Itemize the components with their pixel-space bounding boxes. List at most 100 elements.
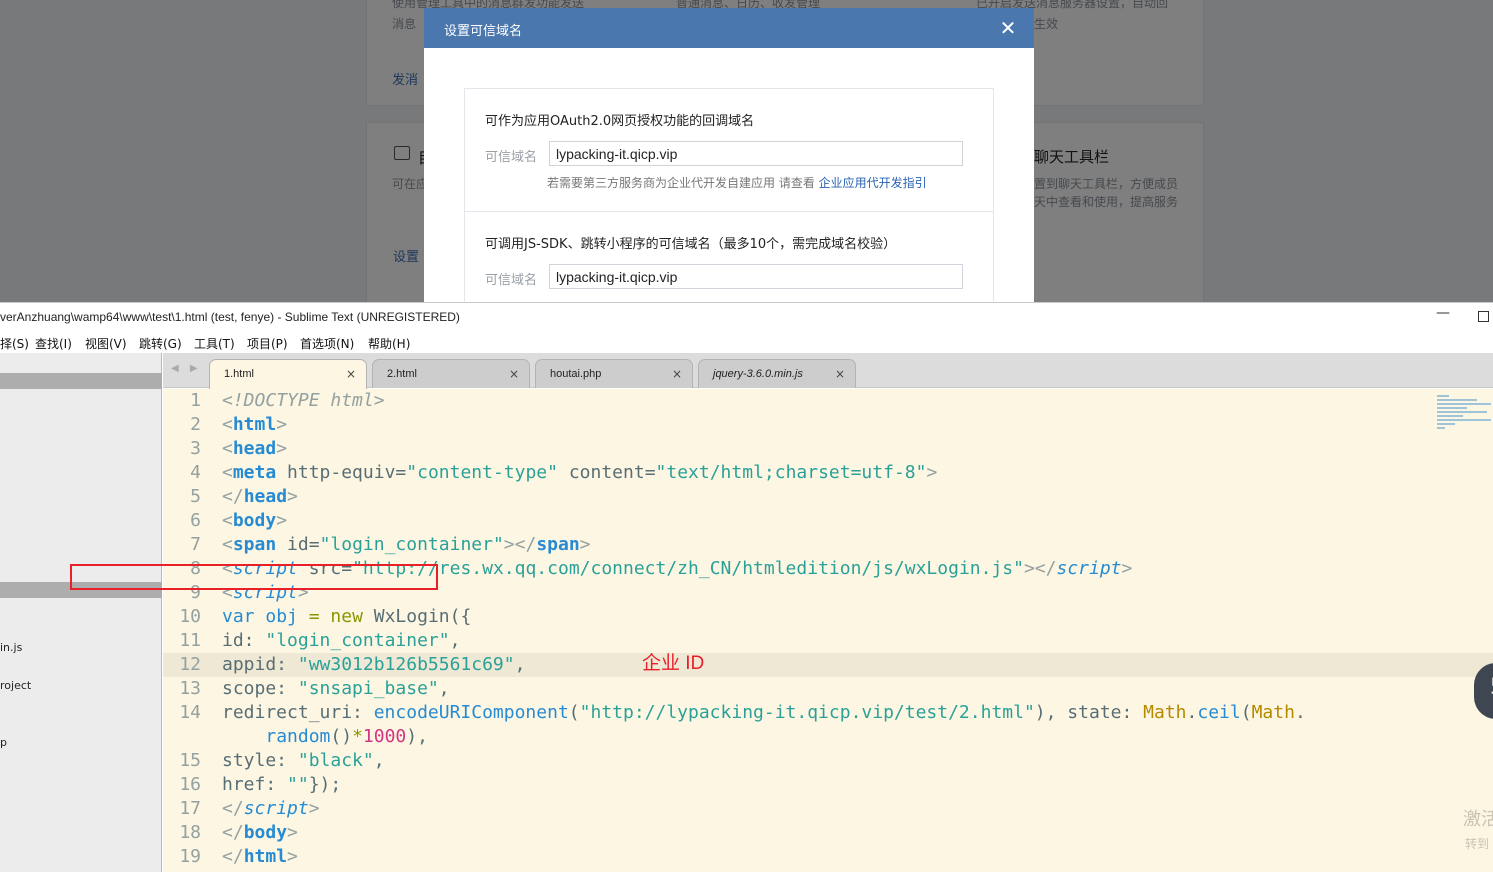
code-token: ></	[503, 534, 537, 555]
sidebar-item[interactable]: p	[0, 736, 7, 749]
code-line[interactable]: redirect_uri: encodeURIComponent("http:/…	[222, 702, 1306, 723]
menu-find[interactable]: 查找(I)	[35, 335, 72, 352]
line-number: 3	[190, 438, 201, 459]
code-token: head	[243, 486, 288, 507]
minimap[interactable]	[1437, 393, 1493, 433]
tab-houtai-php[interactable]: houtai.php ×	[535, 359, 693, 388]
sidebar-item[interactable]: roject	[0, 679, 31, 692]
code-line[interactable]: </html>	[222, 846, 298, 867]
tab-jquery[interactable]: jquery-3.6.0.min.js ×	[698, 359, 856, 388]
line-number: 17	[179, 798, 201, 819]
code-line[interactable]: <meta http-equiv="content-type" content=…	[222, 462, 937, 483]
code-token: "snsapi_base"	[297, 678, 439, 699]
code-line[interactable]: <span id="login_container"></span>	[222, 534, 591, 555]
oauth-section-title: 可作为应用OAuth2.0网页授权功能的回调域名	[485, 114, 755, 129]
line-number: 16	[179, 774, 201, 795]
menu-tools[interactable]: 工具(T)	[194, 335, 235, 352]
tab-2-html[interactable]: 2.html ×	[372, 359, 530, 388]
sidebar-section-header[interactable]	[0, 373, 162, 389]
code-editor[interactable]: 1 2 3 4 5 6 7 8 9 10 11 12 13 14 15 16 17 18 19 <!DOCTYPE …	[163, 389, 1493, 872]
dev-guide-link[interactable]: 企业应用代开发指引	[819, 176, 927, 190]
dialog-header: 设置可信域名 ✕	[424, 8, 1034, 48]
code-line[interactable]: var obj = new WxLogin({	[222, 606, 471, 627]
code-token: script	[1056, 558, 1122, 579]
tab-1-html[interactable]: 1.html ×	[209, 359, 367, 389]
close-icon[interactable]: ×	[346, 367, 356, 381]
code-line[interactable]: href: ""});	[222, 774, 341, 795]
sidebar-item[interactable]: in.js	[0, 641, 22, 654]
line-number: 11	[179, 630, 201, 651]
code-token: "login_container"	[265, 630, 450, 651]
close-icon[interactable]: ×	[835, 367, 845, 381]
tab-scroll-arrows[interactable]: ◀ ▶	[171, 363, 202, 374]
code-line[interactable]: </head>	[222, 486, 298, 507]
code-token: >	[287, 846, 298, 867]
code-line[interactable]: <body>	[222, 510, 287, 531]
code-token: (	[1240, 702, 1252, 723]
menu-goto[interactable]: 跳转(G)	[139, 335, 182, 352]
window-titlebar[interactable]: verAnzhuang\wamp64\www\test\1.html (test…	[0, 303, 1493, 331]
minimize-button[interactable]: —	[1432, 305, 1454, 327]
enterprise-id-annotation: 企业 ID	[642, 653, 705, 674]
code-token: </	[222, 798, 244, 819]
menu-view[interactable]: 视图(V)	[85, 335, 127, 352]
line-number: 18	[179, 822, 201, 843]
code-token: span	[232, 534, 277, 555]
line-number: 13	[179, 678, 201, 699]
code-line[interactable]: <head>	[222, 438, 287, 459]
code-token: appid:	[222, 654, 298, 675]
code-line[interactable]: </body>	[222, 822, 298, 843]
menu-help[interactable]: 帮助(H)	[368, 335, 410, 352]
code-token: id	[276, 534, 309, 555]
jssdk-section-title: 可调用JS-SDK、跳转小程序的可信域名（最多10个，需完成域名校验）	[485, 237, 897, 252]
menu-project[interactable]: 项目(P)	[247, 335, 288, 352]
code-line[interactable]: <html>	[222, 414, 287, 435]
close-icon[interactable]: ×	[509, 367, 519, 381]
line-number: 15	[179, 750, 201, 771]
oauth-domain-input[interactable]	[549, 141, 963, 166]
code-token: >	[579, 534, 591, 555]
code-token: .	[1294, 702, 1306, 723]
menu-preferences[interactable]: 首选项(N)	[300, 335, 354, 352]
window-title: verAnzhuang\wamp64\www\test\1.html (test…	[0, 310, 460, 324]
maximize-button[interactable]	[1478, 311, 1489, 322]
code-line[interactable]: </script>	[222, 798, 320, 819]
code-token: (	[568, 702, 580, 723]
code-token: head	[232, 438, 277, 459]
minimap-line	[1437, 427, 1445, 429]
code-token: html	[243, 846, 288, 867]
code-token: redirect_uri:	[222, 702, 374, 723]
line-number: 12	[179, 654, 201, 675]
code-token: </	[222, 486, 244, 507]
code-token: style:	[222, 750, 298, 771]
line-number: 10	[179, 606, 201, 627]
code-token: >	[276, 510, 288, 531]
code-token: scope:	[222, 678, 298, 699]
code-line[interactable]: appid: "ww3012b126b5561c69",	[222, 654, 525, 675]
code-token: WxLogin({	[362, 606, 472, 627]
close-icon[interactable]: ×	[672, 367, 682, 381]
minimap-line	[1437, 423, 1455, 425]
code-token: id:	[222, 630, 266, 651]
menu-selection[interactable]: 择(S)	[0, 335, 29, 352]
section-divider	[465, 211, 993, 212]
code-line[interactable]: id: "login_container",	[222, 630, 460, 651]
code-token: </	[222, 846, 244, 867]
code-line[interactable]: random()*1000),	[222, 726, 428, 747]
code-token: ,	[438, 678, 450, 699]
line-number: 6	[190, 510, 201, 531]
code-token: <	[222, 414, 233, 435]
jssdk-domain-input[interactable]	[549, 264, 963, 289]
code-token: >	[926, 462, 938, 483]
code-line[interactable]: <!DOCTYPE html>	[222, 390, 385, 411]
line-number: 14	[179, 702, 201, 723]
code-line[interactable]: style: "black",	[222, 750, 385, 771]
code-line[interactable]: scope: "snsapi_base",	[222, 678, 450, 699]
minimap-line	[1437, 407, 1467, 409]
line-number: 19	[179, 846, 201, 867]
appid-highlight-box	[70, 564, 438, 590]
close-icon[interactable]: ✕	[996, 16, 1020, 40]
